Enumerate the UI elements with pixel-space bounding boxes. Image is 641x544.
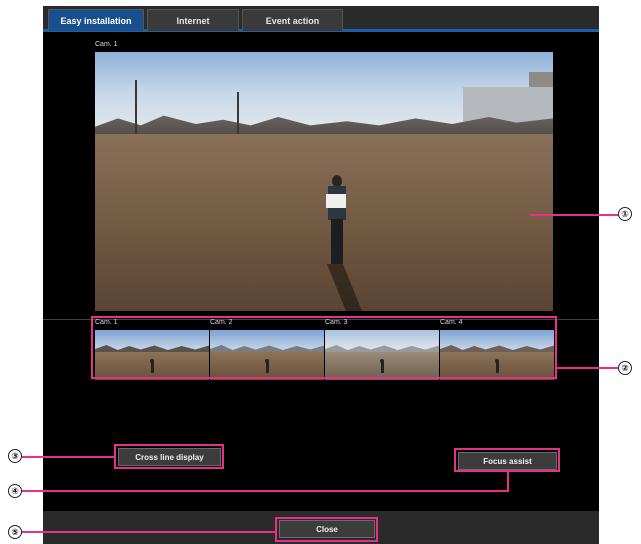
thumbnail-label: Cam. 4 bbox=[440, 319, 463, 326]
callout-line-2 bbox=[557, 367, 618, 369]
thumbnail-label: Cam. 1 bbox=[95, 319, 118, 326]
easy-installation-panel: Easy installation Internet Event action … bbox=[43, 6, 599, 544]
callout-badge-1: ① bbox=[618, 207, 632, 221]
close-button[interactable]: Close bbox=[279, 520, 375, 538]
utility-pole bbox=[237, 92, 239, 138]
focus-assist-button[interactable]: Focus assist bbox=[458, 452, 557, 470]
callout-badge-5: ⑤ bbox=[8, 525, 22, 539]
thumbnail-label: Cam. 3 bbox=[325, 319, 348, 326]
tab-easy-installation[interactable]: Easy installation bbox=[48, 9, 144, 31]
tab-bar: Easy installation Internet Event action bbox=[43, 6, 599, 32]
ground-region bbox=[95, 134, 553, 311]
main-camera-image[interactable] bbox=[95, 52, 553, 311]
callout-badge-4: ④ bbox=[8, 484, 22, 498]
bottom-bar: Close bbox=[43, 511, 599, 544]
tab-event-action[interactable]: Event action bbox=[242, 9, 343, 31]
thumbnail-strip: Cam. 1 Cam. 2 Cam. 3 Cam. 4 bbox=[93, 318, 557, 384]
thumbnail-cam-2[interactable] bbox=[210, 330, 324, 380]
thumbnail-cam-1[interactable] bbox=[95, 330, 209, 380]
callout-badge-2: ② bbox=[618, 361, 632, 375]
thumbnail-label: Cam. 2 bbox=[210, 319, 233, 326]
callout-line-3 bbox=[22, 456, 114, 458]
callout-line-4 bbox=[22, 490, 509, 492]
thumbnail-cam-3[interactable] bbox=[325, 330, 439, 380]
utility-pole bbox=[135, 80, 137, 140]
cross-line-display-button[interactable]: Cross line display bbox=[118, 448, 221, 466]
callout-badge-3: ③ bbox=[8, 449, 22, 463]
tab-internet[interactable]: Internet bbox=[147, 9, 239, 31]
callout-line-5 bbox=[22, 531, 275, 533]
thumbnail-cam-4[interactable] bbox=[440, 330, 554, 380]
callout-line-1 bbox=[530, 214, 618, 216]
callout-line-4-vert bbox=[507, 472, 509, 492]
main-camera-label: Cam. 1 bbox=[95, 41, 118, 48]
